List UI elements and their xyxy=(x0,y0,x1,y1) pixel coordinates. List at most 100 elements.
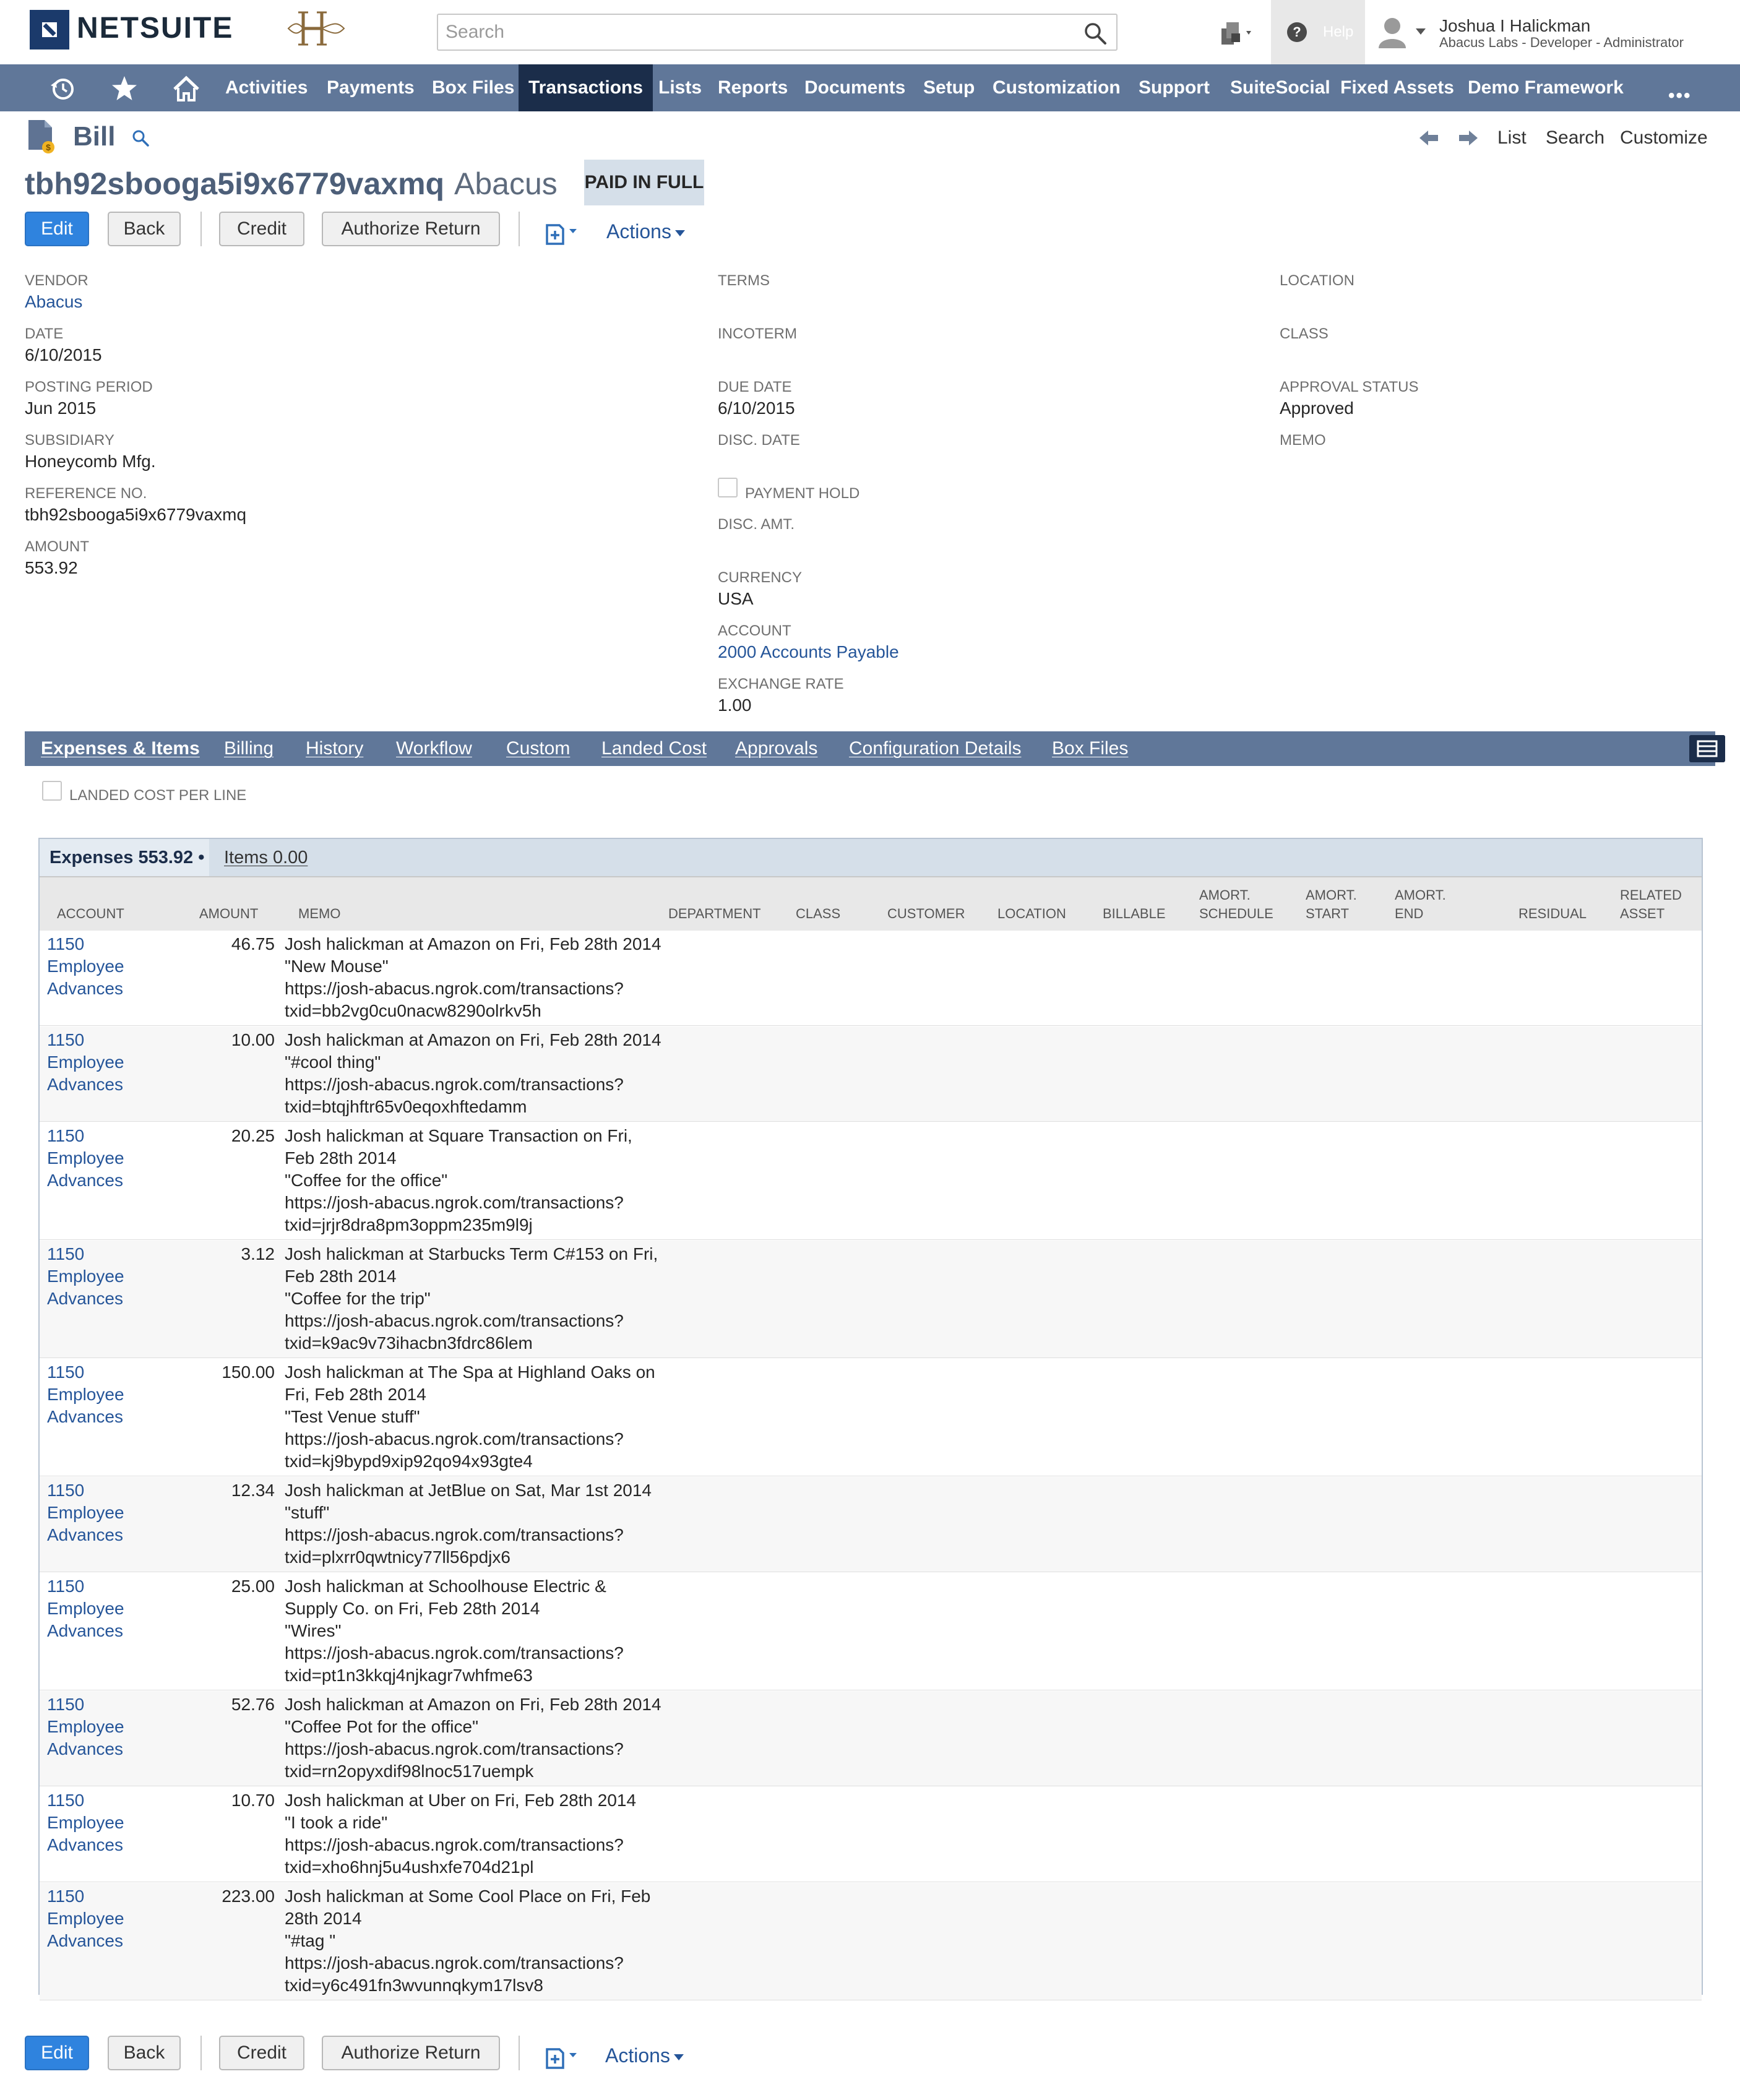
table-row[interactable]: 1150 Employee Advances 46.75 Josh halickma… xyxy=(40,931,1702,1026)
global-search-box[interactable] xyxy=(437,14,1118,51)
account-value[interactable]: 2000 Accounts Payable xyxy=(718,642,899,662)
table-row[interactable]: 1150 Employee Advances 25.00 Josh halickma… xyxy=(40,1573,1702,1690)
table-row[interactable]: 1150 Employee Advances 20.25 Josh halickma… xyxy=(40,1122,1702,1240)
expenses-subtab[interactable]: Expenses 553.92 • xyxy=(40,839,209,876)
customize-link[interactable]: Customize xyxy=(1620,127,1708,148)
actions-caret-icon[interactable] xyxy=(674,230,685,236)
authorize-return-button[interactable]: Authorize Return xyxy=(322,212,500,246)
subtab-box-files[interactable]: Box Files xyxy=(1052,731,1128,766)
table-row[interactable]: 1150 Employee Advances 12.34 Josh halickma… xyxy=(40,1477,1702,1572)
column-header-amort-schedule[interactable]: AMORT. SCHEDULE xyxy=(1199,886,1273,923)
column-header-related-asset[interactable]: RELATED ASSET xyxy=(1620,886,1682,923)
landed-cost-per-line-checkbox[interactable] xyxy=(42,781,62,801)
actions-menu-bottom[interactable]: Actions xyxy=(605,2044,684,2067)
items-subtab[interactable]: Items 0.00 xyxy=(224,839,308,876)
nav-item-box-files[interactable]: Box Files xyxy=(432,64,514,111)
back-button[interactable]: Back xyxy=(108,212,181,246)
nav-item-suitesocial[interactable]: SuiteSocial xyxy=(1230,64,1330,111)
subtab-custom[interactable]: Custom xyxy=(506,731,570,766)
column-header-residual[interactable]: RESIDUAL xyxy=(1518,905,1587,923)
nav-item-payments[interactable]: Payments xyxy=(327,64,415,111)
home-icon[interactable] xyxy=(172,74,200,103)
edit-button[interactable]: Edit xyxy=(25,212,89,246)
nav-item-fixed-assets[interactable]: Fixed Assets xyxy=(1340,64,1454,111)
user-avatar-icon[interactable] xyxy=(1377,16,1413,48)
table-row[interactable]: 1150 Employee Advances 223.00 Josh halickm… xyxy=(40,1883,1702,2000)
nav-item-documents[interactable]: Documents xyxy=(804,64,905,111)
user-role[interactable]: Abacus Labs - Developer - Administrator xyxy=(1439,35,1684,51)
row-account-link[interactable]: 1150 Employee Advances xyxy=(47,1693,124,1760)
authorize-return-button-bottom[interactable]: Authorize Return xyxy=(322,2036,500,2070)
row-account-link[interactable]: 1150 Employee Advances xyxy=(47,1885,124,1952)
subtab-layout-toggle-icon[interactable] xyxy=(1689,735,1725,762)
search-link[interactable]: Search xyxy=(1546,127,1604,148)
column-header-location[interactable]: LOCATION xyxy=(997,905,1066,923)
edit-button-bottom[interactable]: Edit xyxy=(25,2036,89,2070)
column-header-class[interactable]: CLASS xyxy=(796,905,840,923)
payment-hold-checkbox[interactable] xyxy=(718,478,738,497)
credit-button[interactable]: Credit xyxy=(219,212,304,246)
next-record-arrow-icon[interactable] xyxy=(1458,129,1479,147)
print-menu-icon-bottom[interactable] xyxy=(545,2042,584,2070)
global-search-input[interactable] xyxy=(438,15,1116,49)
nav-more-icon[interactable]: ••• xyxy=(1668,85,1692,106)
subtab-workflow[interactable]: Workflow xyxy=(396,731,472,766)
nav-item-support[interactable]: Support xyxy=(1139,64,1210,111)
actions-menu[interactable]: Actions xyxy=(606,220,685,243)
row-account-link[interactable]: 1150 Employee Advances xyxy=(47,1575,124,1642)
nav-item-transactions[interactable]: Transactions xyxy=(519,64,653,111)
subtab-approvals[interactable]: Approvals xyxy=(735,731,817,766)
column-header-customer[interactable]: CUSTOMER xyxy=(887,905,965,923)
previous-record-arrow-icon[interactable] xyxy=(1418,129,1439,147)
nav-item-activities[interactable]: Activities xyxy=(225,64,308,111)
nav-item-reports[interactable]: Reports xyxy=(718,64,788,111)
table-row[interactable]: 1150 Employee Advances 10.70 Josh halickma… xyxy=(40,1787,1702,1882)
column-header-amort-start[interactable]: AMORT. START xyxy=(1306,886,1357,923)
nav-item-demo-framework[interactable]: Demo Framework xyxy=(1468,64,1624,111)
row-account-link[interactable]: 1150 Employee Advances xyxy=(47,1243,124,1310)
list-link[interactable]: List xyxy=(1497,127,1527,148)
row-account-link[interactable]: 1150 Employee Advances xyxy=(47,1789,124,1856)
user-name[interactable]: Joshua I Halickman xyxy=(1439,16,1590,36)
column-header-billable[interactable]: BILLABLE xyxy=(1103,905,1166,923)
favorites-star-icon[interactable] xyxy=(110,74,139,103)
actions-label-bottom[interactable]: Actions xyxy=(605,2044,670,2067)
nav-item-lists[interactable]: Lists xyxy=(658,64,702,111)
row-account-link[interactable]: 1150 Employee Advances xyxy=(47,933,124,1000)
column-header-department[interactable]: DEPARTMENT xyxy=(668,905,761,923)
table-row[interactable]: 1150 Employee Advances 3.12 Josh halickman… xyxy=(40,1241,1702,1358)
actions-label[interactable]: Actions xyxy=(606,220,671,243)
subtab-billing[interactable]: Billing xyxy=(224,731,273,766)
table-row[interactable]: 1150 Employee Advances 150.00 Josh halickm… xyxy=(40,1359,1702,1476)
row-account-link[interactable]: 1150 Employee Advances xyxy=(47,1479,124,1546)
nav-item-setup[interactable]: Setup xyxy=(923,64,975,111)
button-separator xyxy=(519,2036,520,2070)
back-button-bottom[interactable]: Back xyxy=(108,2036,181,2070)
print-menu-icon[interactable] xyxy=(545,218,584,246)
help-button[interactable]: ? Help xyxy=(1271,0,1365,64)
subtab-expenses-items[interactable]: Expenses & Items xyxy=(41,731,200,766)
subtab-history[interactable]: History xyxy=(306,731,363,766)
column-header-account[interactable]: ACCOUNT xyxy=(57,905,124,923)
recent-records-icon[interactable] xyxy=(1219,17,1256,48)
search-icon[interactable] xyxy=(1083,21,1108,46)
row-account-link[interactable]: 1150 Employee Advances xyxy=(47,1361,124,1428)
column-header-amort-end[interactable]: AMORT. END xyxy=(1395,886,1446,923)
credit-button-bottom[interactable]: Credit xyxy=(219,2036,304,2070)
company-logo-icon[interactable] xyxy=(286,9,347,48)
column-header-amount[interactable]: AMOUNT xyxy=(199,905,258,923)
row-account-link[interactable]: 1150 Employee Advances xyxy=(47,1125,124,1192)
actions-caret-icon[interactable] xyxy=(673,2054,684,2060)
vendor-value[interactable]: Abacus xyxy=(25,292,82,312)
netsuite-logo-icon[interactable] xyxy=(30,10,69,49)
table-row[interactable]: 1150 Employee Advances 52.76 Josh halickma… xyxy=(40,1691,1702,1786)
subtab-configuration-details[interactable]: Configuration Details xyxy=(849,731,1021,766)
recent-history-icon[interactable] xyxy=(48,74,77,103)
record-search-icon[interactable] xyxy=(131,129,150,147)
nav-item-customization[interactable]: Customization xyxy=(993,64,1121,111)
user-menu-caret-icon[interactable] xyxy=(1416,28,1426,35)
table-row[interactable]: 1150 Employee Advances 10.00 Josh halickma… xyxy=(40,1026,1702,1122)
subtab-landed-cost[interactable]: Landed Cost xyxy=(601,731,707,766)
column-header-memo[interactable]: MEMO xyxy=(298,905,340,923)
row-account-link[interactable]: 1150 Employee Advances xyxy=(47,1029,124,1096)
